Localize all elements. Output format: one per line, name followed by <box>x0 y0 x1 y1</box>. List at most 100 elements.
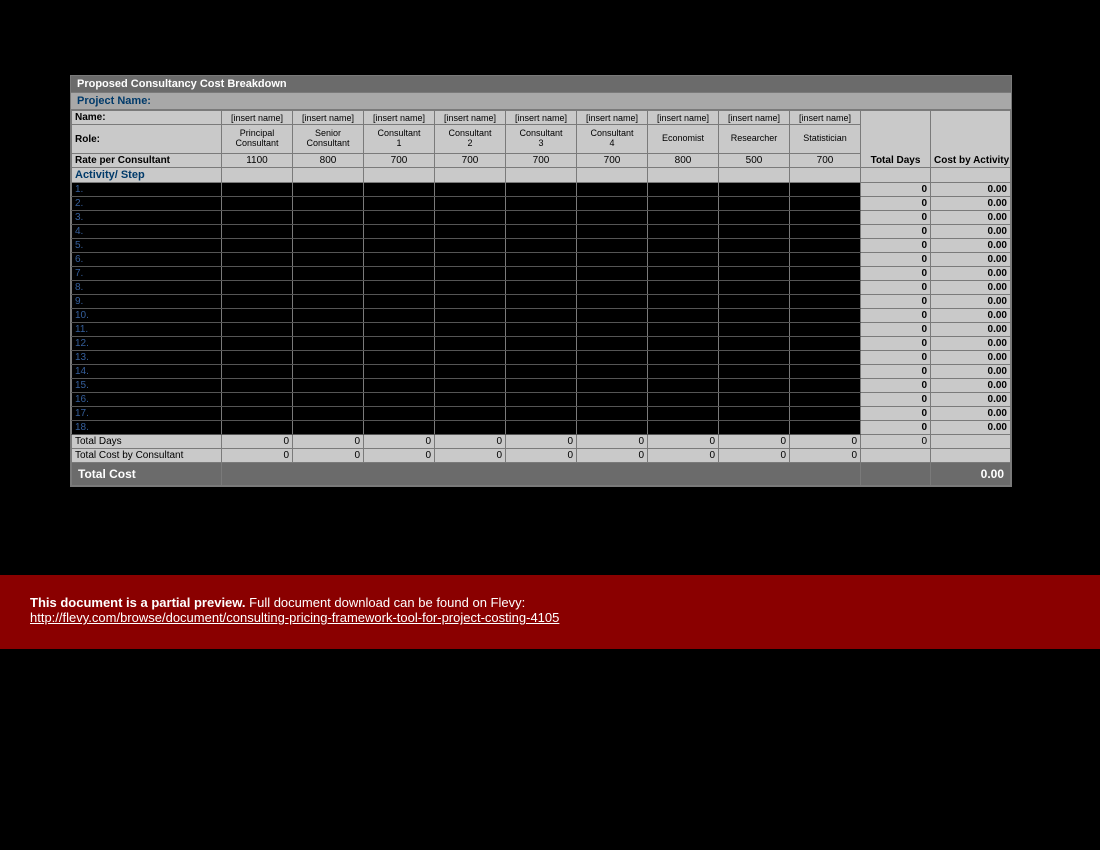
activity-cell[interactable] <box>435 379 506 393</box>
activity-cell[interactable] <box>719 267 790 281</box>
activity-cell[interactable] <box>435 421 506 435</box>
activity-cell[interactable] <box>222 183 293 197</box>
activity-cell[interactable] <box>719 393 790 407</box>
activity-cell[interactable] <box>719 253 790 267</box>
activity-cell[interactable] <box>222 421 293 435</box>
activity-step-label[interactable]: 16. <box>72 393 222 407</box>
activity-cell[interactable] <box>506 253 577 267</box>
activity-cell[interactable] <box>719 323 790 337</box>
activity-cell[interactable] <box>577 239 648 253</box>
consultant-name-5[interactable]: [insert name] <box>577 111 648 125</box>
consultant-rate-7[interactable]: 500 <box>719 154 790 168</box>
activity-cell[interactable] <box>790 323 861 337</box>
preview-link[interactable]: http://flevy.com/browse/document/consult… <box>30 610 559 625</box>
activity-cell[interactable] <box>435 239 506 253</box>
activity-cell[interactable] <box>364 281 435 295</box>
activity-cell[interactable] <box>577 337 648 351</box>
activity-cell[interactable] <box>293 295 364 309</box>
activity-cell[interactable] <box>364 225 435 239</box>
activity-cell[interactable] <box>364 309 435 323</box>
activity-cell[interactable] <box>790 267 861 281</box>
activity-cell[interactable] <box>506 267 577 281</box>
activity-cell[interactable] <box>648 295 719 309</box>
activity-cell[interactable] <box>435 407 506 421</box>
activity-cell[interactable] <box>648 351 719 365</box>
activity-cell[interactable] <box>577 379 648 393</box>
activity-cell[interactable] <box>790 253 861 267</box>
consultant-rate-2[interactable]: 700 <box>364 154 435 168</box>
activity-step-label[interactable]: 17. <box>72 407 222 421</box>
activity-cell[interactable] <box>577 295 648 309</box>
activity-step-label[interactable]: 7. <box>72 267 222 281</box>
activity-step-label[interactable]: 6. <box>72 253 222 267</box>
activity-cell[interactable] <box>790 379 861 393</box>
activity-cell[interactable] <box>648 407 719 421</box>
activity-cell[interactable] <box>435 295 506 309</box>
activity-cell[interactable] <box>577 309 648 323</box>
activity-cell[interactable] <box>435 351 506 365</box>
activity-cell[interactable] <box>790 309 861 323</box>
activity-cell[interactable] <box>435 309 506 323</box>
activity-cell[interactable] <box>648 337 719 351</box>
activity-cell[interactable] <box>719 365 790 379</box>
activity-cell[interactable] <box>577 197 648 211</box>
activity-cell[interactable] <box>364 379 435 393</box>
activity-cell[interactable] <box>364 197 435 211</box>
consultant-name-1[interactable]: [insert name] <box>293 111 364 125</box>
consultant-name-3[interactable]: [insert name] <box>435 111 506 125</box>
activity-cell[interactable] <box>719 407 790 421</box>
activity-cell[interactable] <box>790 239 861 253</box>
activity-cell[interactable] <box>577 183 648 197</box>
activity-cell[interactable] <box>506 183 577 197</box>
activity-cell[interactable] <box>790 197 861 211</box>
activity-cell[interactable] <box>364 239 435 253</box>
activity-cell[interactable] <box>364 253 435 267</box>
activity-cell[interactable] <box>719 351 790 365</box>
consultant-rate-8[interactable]: 700 <box>790 154 861 168</box>
activity-cell[interactable] <box>719 309 790 323</box>
activity-step-label[interactable]: 12. <box>72 337 222 351</box>
activity-cell[interactable] <box>648 225 719 239</box>
activity-step-label[interactable]: 18. <box>72 421 222 435</box>
activity-cell[interactable] <box>790 421 861 435</box>
activity-cell[interactable] <box>293 211 364 225</box>
activity-cell[interactable] <box>648 239 719 253</box>
consultant-rate-6[interactable]: 800 <box>648 154 719 168</box>
activity-cell[interactable] <box>293 183 364 197</box>
activity-step-label[interactable]: 3. <box>72 211 222 225</box>
activity-cell[interactable] <box>577 253 648 267</box>
activity-cell[interactable] <box>506 323 577 337</box>
activity-cell[interactable] <box>719 225 790 239</box>
activity-cell[interactable] <box>222 225 293 239</box>
activity-cell[interactable] <box>648 281 719 295</box>
activity-step-label[interactable]: 15. <box>72 379 222 393</box>
activity-cell[interactable] <box>790 183 861 197</box>
activity-cell[interactable] <box>719 379 790 393</box>
activity-cell[interactable] <box>648 197 719 211</box>
activity-cell[interactable] <box>364 365 435 379</box>
consultant-name-2[interactable]: [insert name] <box>364 111 435 125</box>
activity-cell[interactable] <box>790 365 861 379</box>
activity-cell[interactable] <box>577 225 648 239</box>
activity-cell[interactable] <box>222 295 293 309</box>
activity-step-label[interactable]: 9. <box>72 295 222 309</box>
activity-cell[interactable] <box>719 295 790 309</box>
activity-cell[interactable] <box>364 323 435 337</box>
activity-cell[interactable] <box>293 421 364 435</box>
activity-cell[interactable] <box>222 351 293 365</box>
activity-cell[interactable] <box>435 337 506 351</box>
activity-cell[interactable] <box>648 211 719 225</box>
activity-cell[interactable] <box>577 323 648 337</box>
activity-cell[interactable] <box>293 337 364 351</box>
activity-cell[interactable] <box>222 281 293 295</box>
activity-cell[interactable] <box>790 281 861 295</box>
activity-cell[interactable] <box>435 393 506 407</box>
activity-cell[interactable] <box>719 183 790 197</box>
consultant-name-0[interactable]: [insert name] <box>222 111 293 125</box>
activity-cell[interactable] <box>719 421 790 435</box>
activity-cell[interactable] <box>790 337 861 351</box>
activity-cell[interactable] <box>577 267 648 281</box>
activity-cell[interactable] <box>790 393 861 407</box>
activity-cell[interactable] <box>506 421 577 435</box>
activity-cell[interactable] <box>222 379 293 393</box>
